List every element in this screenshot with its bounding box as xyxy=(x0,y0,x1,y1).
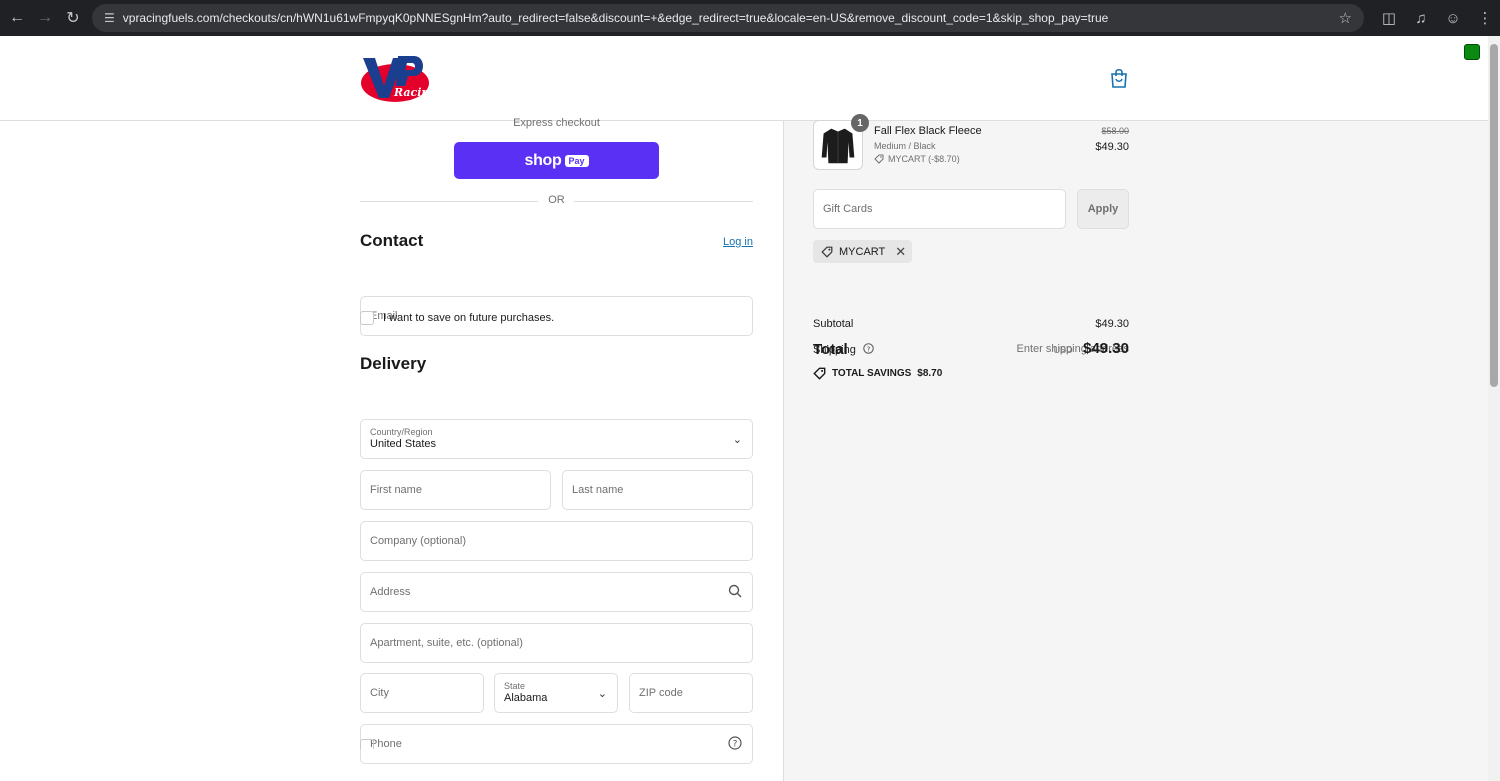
price-final: $49.30 xyxy=(1095,141,1129,153)
product-discount-text: MYCART (-$8.70) xyxy=(888,154,960,164)
checkout-header: Racing xyxy=(0,36,1488,121)
phone-field[interactable]: Phone ? xyxy=(360,724,753,764)
contact-heading: Contact xyxy=(360,231,424,250)
tag-icon xyxy=(813,367,826,380)
zip-field[interactable]: ZIP code xyxy=(629,673,753,713)
subtotal-row: Subtotal $49.30 xyxy=(813,318,1129,330)
company-field[interactable]: Company (optional) xyxy=(360,521,753,561)
extension-indicator xyxy=(1464,44,1480,60)
reload-icon[interactable]: ↻ xyxy=(59,4,87,32)
total-savings: TOTAL SAVINGS $8.70 xyxy=(813,367,942,380)
address-bar[interactable]: ☰ vpracingfuels.com/checkouts/cn/hWN1u61… xyxy=(92,4,1364,32)
bookmark-star-icon[interactable]: ☆ xyxy=(1339,9,1352,27)
zip-placeholder: ZIP code xyxy=(639,687,683,699)
total-amount: $49.30 xyxy=(1083,340,1129,357)
cart-bag-icon[interactable] xyxy=(1110,68,1128,88)
checkout-page: Racing xyxy=(0,36,1488,781)
price-original: $58.00 xyxy=(1101,126,1129,136)
gift-card-placeholder: Gift Cards xyxy=(823,203,873,215)
menu-icon[interactable]: ⋮ xyxy=(1476,9,1494,27)
forward-icon[interactable]: → xyxy=(31,4,59,32)
total-currency: USD xyxy=(1053,345,1073,355)
chevron-down-icon: ⌄ xyxy=(732,434,742,446)
first-name-field[interactable]: First name xyxy=(360,470,551,510)
address-field[interactable]: Address xyxy=(360,572,753,612)
tag-icon xyxy=(874,154,884,164)
state-select[interactable]: State Alabama ⌄ xyxy=(494,673,618,713)
country-value: United States xyxy=(370,438,437,450)
subtotal-label: Subtotal xyxy=(813,318,854,330)
or-divider: OR xyxy=(360,194,753,208)
phone-placeholder: Phone xyxy=(370,738,402,750)
quantity-badge: 1 xyxy=(851,114,869,132)
last-name-field[interactable]: Last name xyxy=(562,470,753,510)
apartment-placeholder: Apartment, suite, etc. (optional) xyxy=(370,637,523,649)
save-purchases-label: I want to save on future purchases. xyxy=(383,312,555,324)
back-icon[interactable]: ← xyxy=(3,4,31,32)
gift-card-field[interactable]: Gift Cards xyxy=(813,189,1066,229)
delivery-heading: Delivery xyxy=(360,354,427,373)
help-circle-icon[interactable]: ? xyxy=(728,736,742,750)
search-icon xyxy=(728,584,742,598)
svg-text:Racing: Racing xyxy=(393,86,430,99)
express-checkout-label: Express checkout xyxy=(513,117,600,129)
shop-pay-pill: Pay xyxy=(564,154,589,167)
first-name-placeholder: First name xyxy=(370,484,422,496)
svg-text:?: ? xyxy=(733,740,738,750)
savings-value: $8.70 xyxy=(917,368,943,379)
subtotal-value: $49.30 xyxy=(1095,318,1129,330)
text-offers-checkbox[interactable] xyxy=(360,739,374,749)
profile-icon[interactable]: ☺ xyxy=(1444,10,1462,27)
tag-icon xyxy=(821,246,833,258)
discount-code-chip: MYCART ✕ xyxy=(813,240,913,263)
state-label: State xyxy=(504,681,526,691)
company-placeholder: Company (optional) xyxy=(370,535,466,547)
city-placeholder: City xyxy=(370,687,389,699)
help-circle-icon[interactable]: ? xyxy=(863,343,874,354)
page-scrollbar[interactable] xyxy=(1488,36,1500,781)
address-placeholder: Address xyxy=(370,586,411,598)
discount-code-text: MYCART xyxy=(839,245,886,258)
product-discount: MYCART (-$8.70) xyxy=(874,154,960,164)
apartment-field[interactable]: Apartment, suite, etc. (optional) xyxy=(360,623,753,663)
city-field[interactable]: City xyxy=(360,673,484,713)
total-value-group: USD $49.30 xyxy=(1000,340,1129,358)
country-label: Country/Region xyxy=(370,427,433,437)
country-select[interactable]: Country/Region United States ⌄ xyxy=(360,419,753,459)
apply-button[interactable]: Apply xyxy=(1077,189,1129,229)
save-purchases-checkbox[interactable] xyxy=(360,311,374,325)
url-text: vpracingfuels.com/checkouts/cn/hWN1u61wF… xyxy=(122,11,1109,25)
svg-text:?: ? xyxy=(867,344,871,353)
total-label: Total xyxy=(813,341,848,358)
site-info-icon[interactable]: ☰ xyxy=(104,11,115,25)
product-name: Fall Flex Black Fleece xyxy=(874,125,982,137)
media-icon[interactable]: ♫ xyxy=(1412,10,1430,27)
shop-pay-button[interactable]: shop Pay xyxy=(454,142,659,179)
vp-racing-logo[interactable]: Racing xyxy=(360,52,430,104)
remove-code-icon[interactable]: ✕ xyxy=(895,244,906,260)
browser-toolbar: ← → ↻ ☰ vpracingfuels.com/checkouts/cn/h… xyxy=(0,0,1500,36)
extensions-icon[interactable]: ◫ xyxy=(1380,9,1398,27)
state-value: Alabama xyxy=(504,692,548,704)
product-variant: Medium / Black xyxy=(874,141,936,151)
savings-label: TOTAL SAVINGS xyxy=(832,368,912,379)
save-purchases-row[interactable]: I want to save on future purchases. xyxy=(360,311,554,325)
or-label: OR xyxy=(548,194,565,206)
chevron-down-icon: ⌄ xyxy=(597,688,607,700)
scrollbar-thumb[interactable] xyxy=(1490,44,1498,387)
login-link[interactable]: Log in xyxy=(723,236,753,248)
shop-pay-wordmark: shop xyxy=(524,151,562,169)
last-name-placeholder: Last name xyxy=(572,484,624,496)
